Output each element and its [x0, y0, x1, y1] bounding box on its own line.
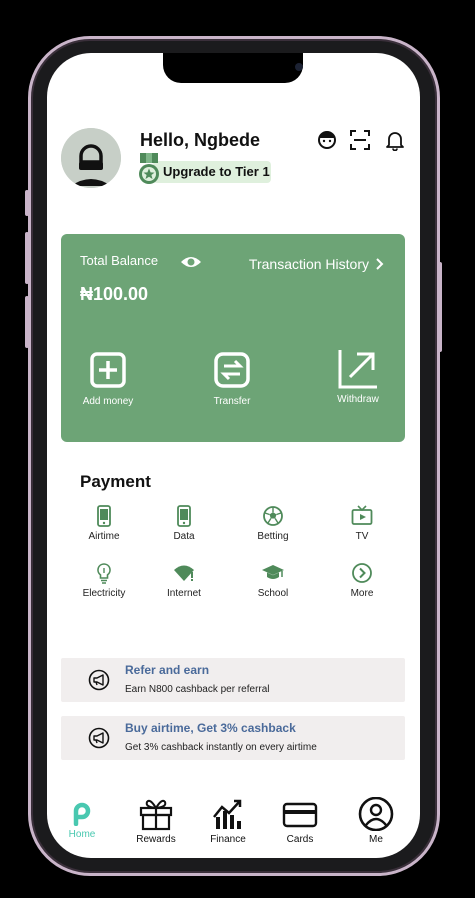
side-button: [438, 262, 442, 352]
camera-icon: [295, 63, 303, 71]
refer-earn-banner[interactable]: Refer and earn Earn N800 cashback per re…: [61, 658, 405, 702]
graduation-cap-icon: [262, 565, 284, 579]
chart-icon: [213, 799, 242, 829]
nav-home[interactable]: Home: [47, 802, 117, 840]
megaphone-icon: [88, 669, 110, 691]
upgrade-tier-button[interactable]: Upgrade to Tier 1: [137, 153, 271, 187]
avatar-icon: [61, 128, 121, 188]
withdraw-label: Withdraw: [337, 394, 379, 405]
football-icon: [263, 506, 283, 526]
support-icon[interactable]: [316, 129, 338, 151]
add-money-button[interactable]: Add money: [63, 352, 153, 407]
scan-icon[interactable]: [349, 129, 371, 151]
tv-button[interactable]: TV: [327, 505, 397, 542]
app-screen: Hello, Ngbede Upgrade to Tier 1 Total Ba…: [47, 53, 420, 858]
greeting: Hello, Ngbede: [140, 130, 261, 150]
airtime-label: Airtime: [88, 531, 120, 542]
bottom-nav: Home Rewards Finance Cards Me: [47, 793, 420, 858]
tv-label: TV: [355, 531, 369, 542]
gift-icon: [139, 799, 173, 831]
promo-subtitle: Get 3% cashback instantly on every airti…: [125, 742, 317, 753]
withdraw-arrow-icon: [338, 350, 377, 389]
airtime-cashback-banner[interactable]: Buy airtime, Get 3% cashback Get 3% cash…: [61, 716, 405, 760]
side-button: [25, 190, 29, 216]
transfer-label: Transfer: [213, 396, 251, 407]
nav-rewards[interactable]: Rewards: [121, 797, 191, 845]
bulb-icon: [97, 563, 111, 584]
bell-icon[interactable]: [384, 129, 406, 151]
user-icon: [358, 797, 394, 831]
balance-card: Total Balance Transaction History ₦100.0…: [61, 234, 405, 442]
notch: [163, 53, 303, 83]
tier-label: Upgrade to Tier 1: [153, 161, 271, 183]
nav-cards[interactable]: Cards: [265, 797, 335, 845]
avatar[interactable]: [61, 128, 121, 188]
medal-icon: [139, 153, 159, 184]
payment-title: Payment: [80, 472, 151, 491]
promo-subtitle: Earn N800 cashback per referral: [125, 684, 270, 695]
card-icon: [282, 802, 318, 828]
withdraw-button[interactable]: Withdraw: [313, 348, 403, 405]
phone-icon: [97, 505, 111, 527]
balance-amount: ₦100.00: [80, 284, 149, 304]
airtime-button[interactable]: Airtime: [69, 505, 139, 542]
transfer-icon: [214, 352, 250, 388]
promo-title: Refer and earn: [125, 663, 210, 677]
eye-icon[interactable]: [180, 251, 202, 273]
chevron-right-icon: [376, 258, 384, 270]
school-button[interactable]: School: [238, 562, 308, 599]
megaphone-icon: [88, 727, 110, 749]
betting-button[interactable]: Betting: [238, 505, 308, 542]
more-label: More: [350, 588, 374, 599]
nav-me[interactable]: Me: [341, 797, 411, 845]
nav-finance-label: Finance: [210, 834, 246, 845]
tv-icon: [351, 505, 373, 525]
electricity-label: Electricity: [82, 588, 126, 599]
plus-square-icon: [90, 352, 126, 388]
internet-label: Internet: [167, 588, 201, 599]
electricity-button[interactable]: Electricity: [69, 562, 139, 599]
school-label: School: [257, 588, 289, 599]
transaction-history-link[interactable]: Transaction History: [249, 256, 385, 272]
transaction-history-label: Transaction History: [248, 256, 369, 272]
internet-button[interactable]: Internet: [149, 562, 219, 599]
nav-finance[interactable]: Finance: [193, 797, 263, 845]
promo-title: Buy airtime, Get 3% cashback: [125, 721, 296, 735]
betting-label: Betting: [257, 531, 289, 542]
nav-cards-label: Cards: [286, 834, 314, 845]
mobile-data-icon: [177, 505, 191, 527]
more-button[interactable]: More: [327, 562, 397, 599]
nav-rewards-label: Rewards: [136, 834, 176, 845]
nav-me-label: Me: [369, 834, 383, 845]
side-button: [25, 232, 29, 284]
data-label: Data: [173, 531, 195, 542]
transfer-button[interactable]: Transfer: [187, 352, 277, 407]
side-button: [25, 296, 29, 348]
data-button[interactable]: Data: [149, 505, 219, 542]
chevron-circle-icon: [352, 563, 372, 583]
add-money-label: Add money: [82, 396, 134, 407]
wifi-icon: [174, 565, 194, 581]
nav-home-label: Home: [68, 829, 96, 840]
total-balance-label: Total Balance: [80, 253, 159, 268]
home-logo-icon: [73, 802, 91, 826]
